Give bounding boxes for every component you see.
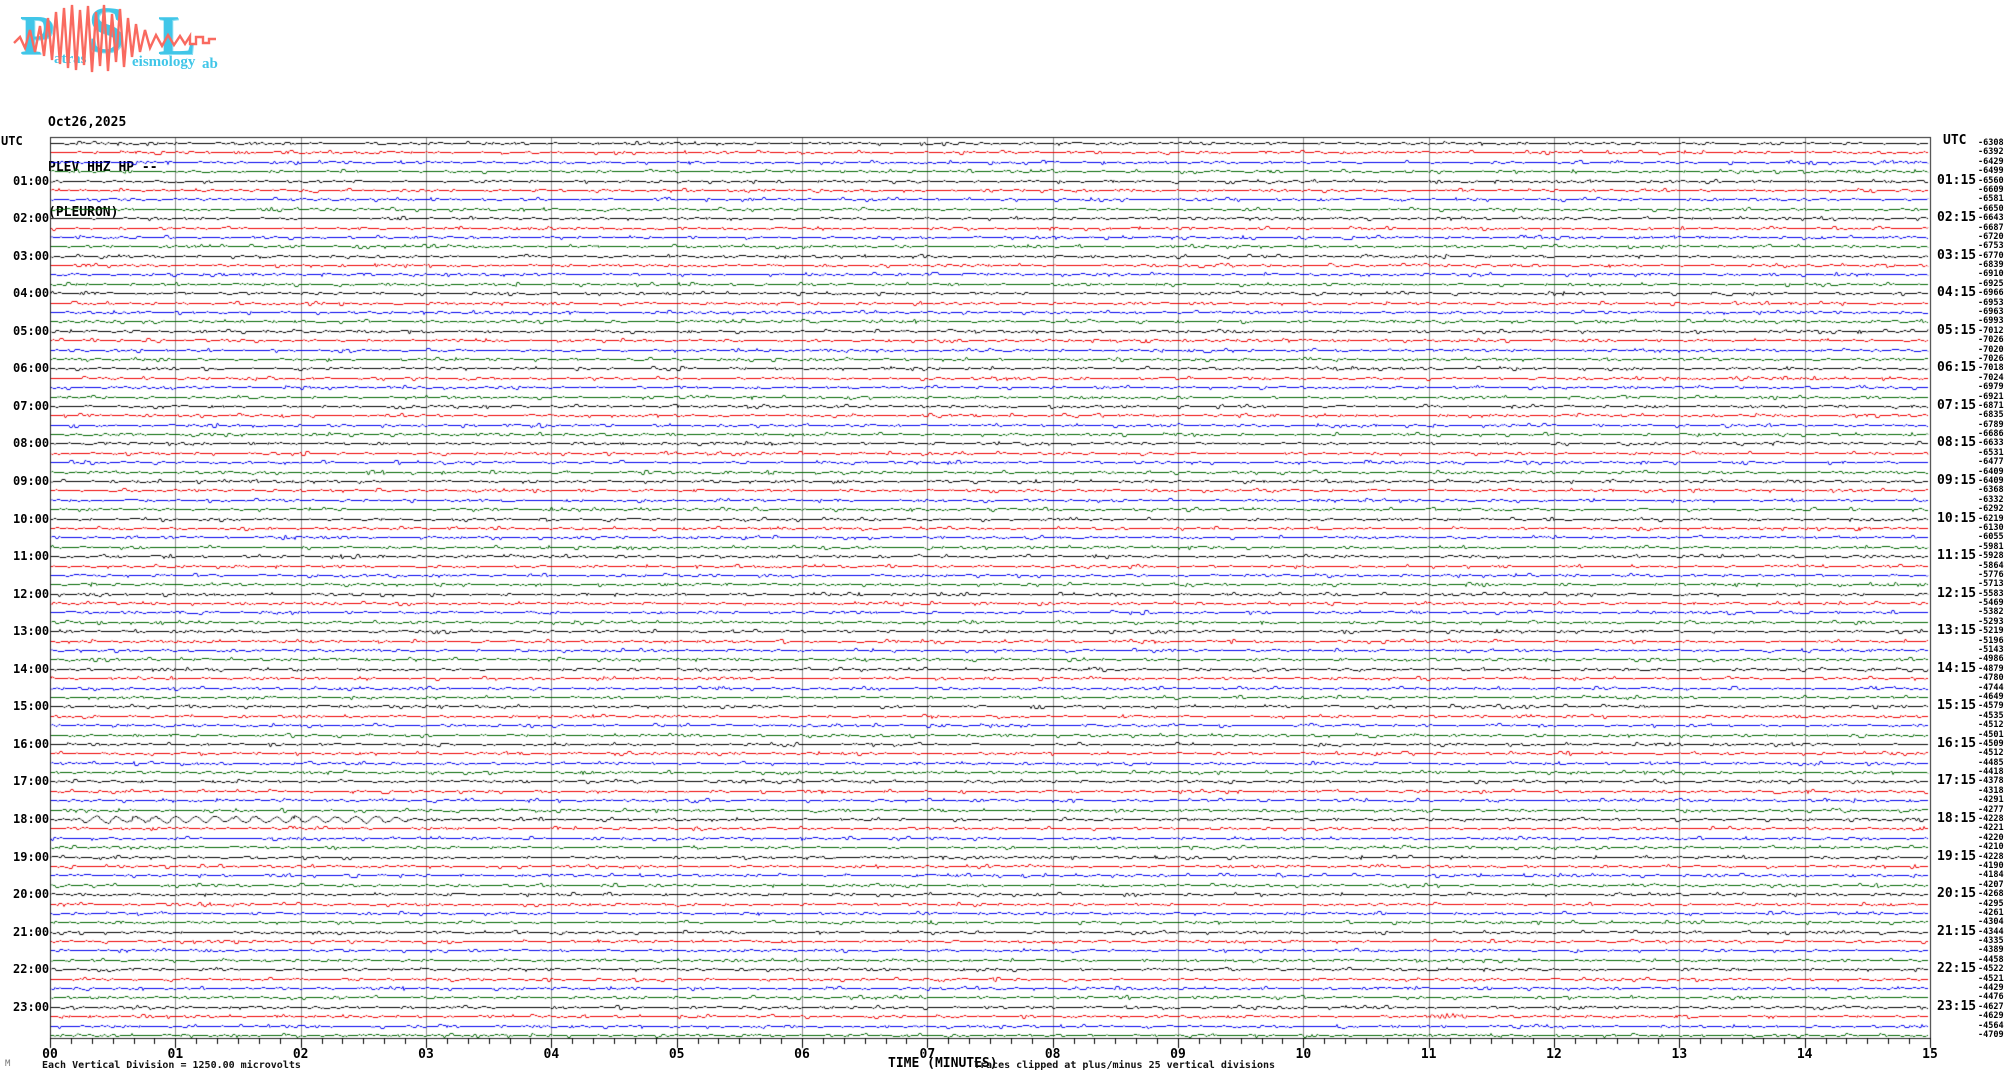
clip-note: Traces clipped at plus/minus 25 vertical… (974, 1060, 1276, 1071)
minute-label: 06 (794, 1047, 810, 1062)
offset-value: -4709 (1978, 1030, 2004, 1040)
right-time-label: 17:15 (1937, 773, 1977, 789)
right-time-label: 13:15 (1937, 623, 1977, 639)
right-time-label: 23:15 (1937, 998, 1977, 1014)
right-time-label: 18:15 (1937, 811, 1977, 827)
right-time-label: 10:15 (1937, 510, 1977, 526)
left-time-label: 12:00 (13, 586, 50, 601)
left-time-label: 06:00 (13, 361, 50, 376)
left-time-label: 10:00 (13, 511, 50, 526)
right-time-label: 22:15 (1937, 961, 1977, 977)
left-time-label: 22:00 (13, 962, 50, 977)
right-time-label: 05:15 (1937, 322, 1977, 338)
left-time-label: 02:00 (13, 211, 50, 226)
left-time-label: 18:00 (13, 812, 50, 827)
right-time-label: 14:15 (1937, 660, 1977, 676)
left-time-label: 01:00 (13, 173, 50, 188)
left-time-label: 16:00 (13, 736, 50, 751)
minute-label: 10 (1295, 1047, 1312, 1062)
minute-label: 13 (1671, 1047, 1688, 1062)
minute-label: 14 (1796, 1047, 1813, 1062)
left-time-label: 17:00 (13, 774, 50, 789)
minute-label: 04 (543, 1047, 560, 1062)
minute-label: 03 (418, 1047, 434, 1062)
right-time-label: 06:15 (1937, 360, 1977, 376)
left-time-label: 19:00 (13, 849, 50, 864)
left-time-label: 11:00 (13, 549, 50, 564)
right-time-label: 12:15 (1937, 585, 1977, 601)
minute-label: 05 (668, 1047, 685, 1062)
right-time-label: 19:15 (1937, 848, 1977, 864)
right-time-label: 21:15 (1937, 923, 1977, 939)
right-time-label: 03:15 (1937, 247, 1977, 263)
right-time-label: 08:15 (1937, 435, 1977, 451)
right-time-label: 16:15 (1937, 735, 1977, 751)
right-time-label: 11:15 (1937, 548, 1977, 564)
watermark-icon: M (5, 1059, 11, 1069)
right-time-label: 01:15 (1937, 172, 1977, 188)
minute-label: 15 (1922, 1047, 1938, 1062)
minute-label: 12 (1546, 1047, 1562, 1062)
right-time-label: 09:15 (1937, 473, 1977, 489)
right-time-label: 07:15 (1937, 397, 1977, 413)
left-time-label: 15:00 (13, 699, 50, 714)
vertical-division-note: Each Vertical Division = 1250.00 microvo… (42, 1060, 301, 1071)
right-time-label: 15:15 (1937, 698, 1977, 714)
left-time-label: 20:00 (13, 887, 50, 902)
helicorder-page: P atras S eismology L ab Oct26,2025 PLEV… (0, 0, 2010, 1080)
left-time-label: 03:00 (13, 248, 50, 263)
seismogram-canvas (0, 0, 2010, 1080)
left-time-label: 13:00 (13, 624, 50, 639)
right-time-label: 04:15 (1937, 285, 1977, 301)
left-time-label: 04:00 (13, 286, 50, 301)
left-time-label: 21:00 (13, 924, 50, 939)
left-time-label: 07:00 (13, 398, 50, 413)
right-time-label: 20:15 (1937, 886, 1977, 902)
left-time-label: 09:00 (13, 474, 50, 489)
left-time-label: 05:00 (13, 323, 50, 338)
left-time-label: 14:00 (13, 661, 50, 676)
left-time-label: 23:00 (13, 999, 50, 1014)
right-time-label: 02:15 (1937, 210, 1977, 226)
left-time-label: 08:00 (13, 436, 50, 451)
minute-label: 11 (1420, 1047, 1437, 1062)
